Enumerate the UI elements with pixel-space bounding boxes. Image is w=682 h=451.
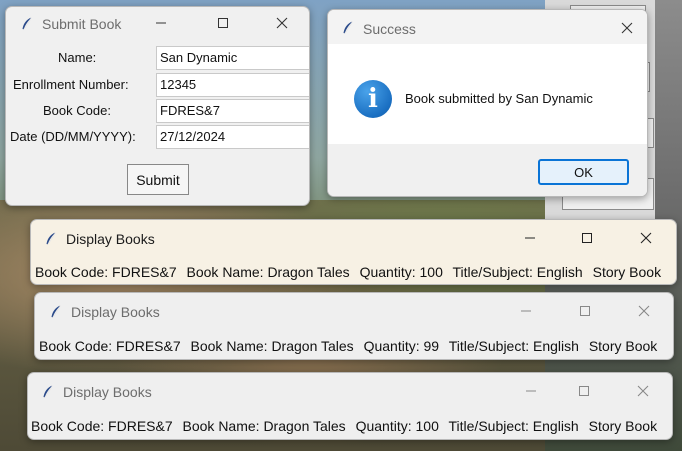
book-name-text: Book Name: Dragon Tales <box>190 338 354 354</box>
feather-icon <box>46 232 56 245</box>
quantity-text: Quantity: 99 <box>363 338 440 354</box>
maximize-icon <box>582 233 592 243</box>
book-code-label: Book Code: <box>43 103 111 118</box>
minimize-icon <box>525 237 535 239</box>
info-icon: i <box>354 80 392 118</box>
submit-button[interactable]: Submit <box>127 164 189 195</box>
book-code-field[interactable]: FDRES&7 <box>156 99 309 123</box>
minimize-icon <box>526 390 536 392</box>
book-code-row: Book Code: FDRES&7 <box>6 99 309 123</box>
submit-book-window: Submit Book Name: San Dynamic Enrollment… <box>5 6 310 206</box>
minimize-icon <box>156 22 166 24</box>
display-books-titlebar[interactable]: Display Books <box>28 373 672 407</box>
minimize-button[interactable] <box>518 380 544 402</box>
close-button[interactable] <box>633 227 659 249</box>
close-icon <box>637 385 649 397</box>
book-code-text: Book Code: FDRES&7 <box>31 418 173 434</box>
maximize-button[interactable] <box>572 300 598 322</box>
book-type-text: Story Book <box>592 264 662 280</box>
success-message: Book submitted by San Dynamic <box>405 91 593 106</box>
book-type-text: Story Book <box>588 418 658 434</box>
maximize-button[interactable] <box>574 227 600 249</box>
book-details: Book Code: FDRES&7 Book Name: Dragon Tal… <box>35 264 667 280</box>
subject-text: Title/Subject: English <box>448 418 579 434</box>
feather-icon <box>43 385 53 398</box>
name-field[interactable]: San Dynamic <box>156 46 309 70</box>
maximize-button[interactable] <box>210 12 236 34</box>
display-books-window: Display Books Book Code: FDRES&7 Book Na… <box>30 219 677 285</box>
window-title: Display Books <box>66 231 155 247</box>
quantity-text: Quantity: 100 <box>359 264 443 280</box>
display-books-titlebar[interactable]: Display Books <box>31 220 676 254</box>
maximize-icon <box>218 18 228 28</box>
minimize-button[interactable] <box>517 227 543 249</box>
book-code-text: Book Code: FDRES&7 <box>39 338 181 354</box>
ok-button[interactable]: OK <box>538 159 629 185</box>
maximize-icon <box>580 306 590 316</box>
feather-icon <box>51 305 61 318</box>
minimize-button[interactable] <box>513 300 539 322</box>
name-row: Name: San Dynamic <box>6 46 309 70</box>
close-button[interactable] <box>269 12 295 34</box>
book-type-text: Story Book <box>588 338 658 354</box>
maximize-button[interactable] <box>571 380 597 402</box>
book-details: Book Code: FDRES&7 Book Name: Dragon Tal… <box>39 338 663 354</box>
close-icon <box>276 17 288 29</box>
success-titlebar[interactable]: Success <box>328 10 647 44</box>
display-books-window: Display Books Book Code: FDRES&7 Book Na… <box>34 292 674 360</box>
close-icon <box>638 305 650 317</box>
enrollment-row: Enrollment Number: 12345 <box>6 73 309 97</box>
subject-text: Title/Subject: English <box>452 264 583 280</box>
window-title: Submit Book <box>42 16 122 32</box>
feather-icon <box>343 21 353 34</box>
enrollment-label: Enrollment Number: <box>13 77 129 92</box>
close-button[interactable] <box>630 380 656 402</box>
feather-icon <box>22 17 32 30</box>
minimize-button[interactable] <box>148 12 174 34</box>
maximize-icon <box>579 386 589 396</box>
date-row: Date (DD/MM/YYYY): 27/12/2024 <box>6 125 309 149</box>
close-button[interactable] <box>614 17 640 39</box>
date-label: Date (DD/MM/YYYY): <box>10 129 136 144</box>
display-books-window: Display Books Book Code: FDRES&7 Book Na… <box>27 372 673 440</box>
book-code-text: Book Code: FDRES&7 <box>35 264 177 280</box>
window-title: Display Books <box>71 304 160 320</box>
display-books-titlebar[interactable]: Display Books <box>35 293 673 327</box>
enrollment-number-field[interactable]: 12345 <box>156 73 309 97</box>
date-field[interactable]: 27/12/2024 <box>156 125 309 149</box>
submit-book-titlebar[interactable]: Submit Book <box>6 7 309 41</box>
dialog-footer: OK <box>328 144 647 196</box>
minimize-icon <box>521 310 531 312</box>
quantity-text: Quantity: 100 <box>355 418 439 434</box>
success-dialog: Success i Book submitted by San Dynamic … <box>327 9 648 197</box>
window-title: Display Books <box>63 384 152 400</box>
subject-text: Title/Subject: English <box>448 338 579 354</box>
close-icon <box>640 232 652 244</box>
name-label: Name: <box>58 50 97 65</box>
close-button[interactable] <box>631 300 657 322</box>
close-icon <box>621 22 633 34</box>
dialog-title: Success <box>363 21 416 37</box>
book-name-text: Book Name: Dragon Tales <box>182 418 346 434</box>
book-details: Book Code: FDRES&7 Book Name: Dragon Tal… <box>31 418 663 434</box>
book-name-text: Book Name: Dragon Tales <box>186 264 350 280</box>
